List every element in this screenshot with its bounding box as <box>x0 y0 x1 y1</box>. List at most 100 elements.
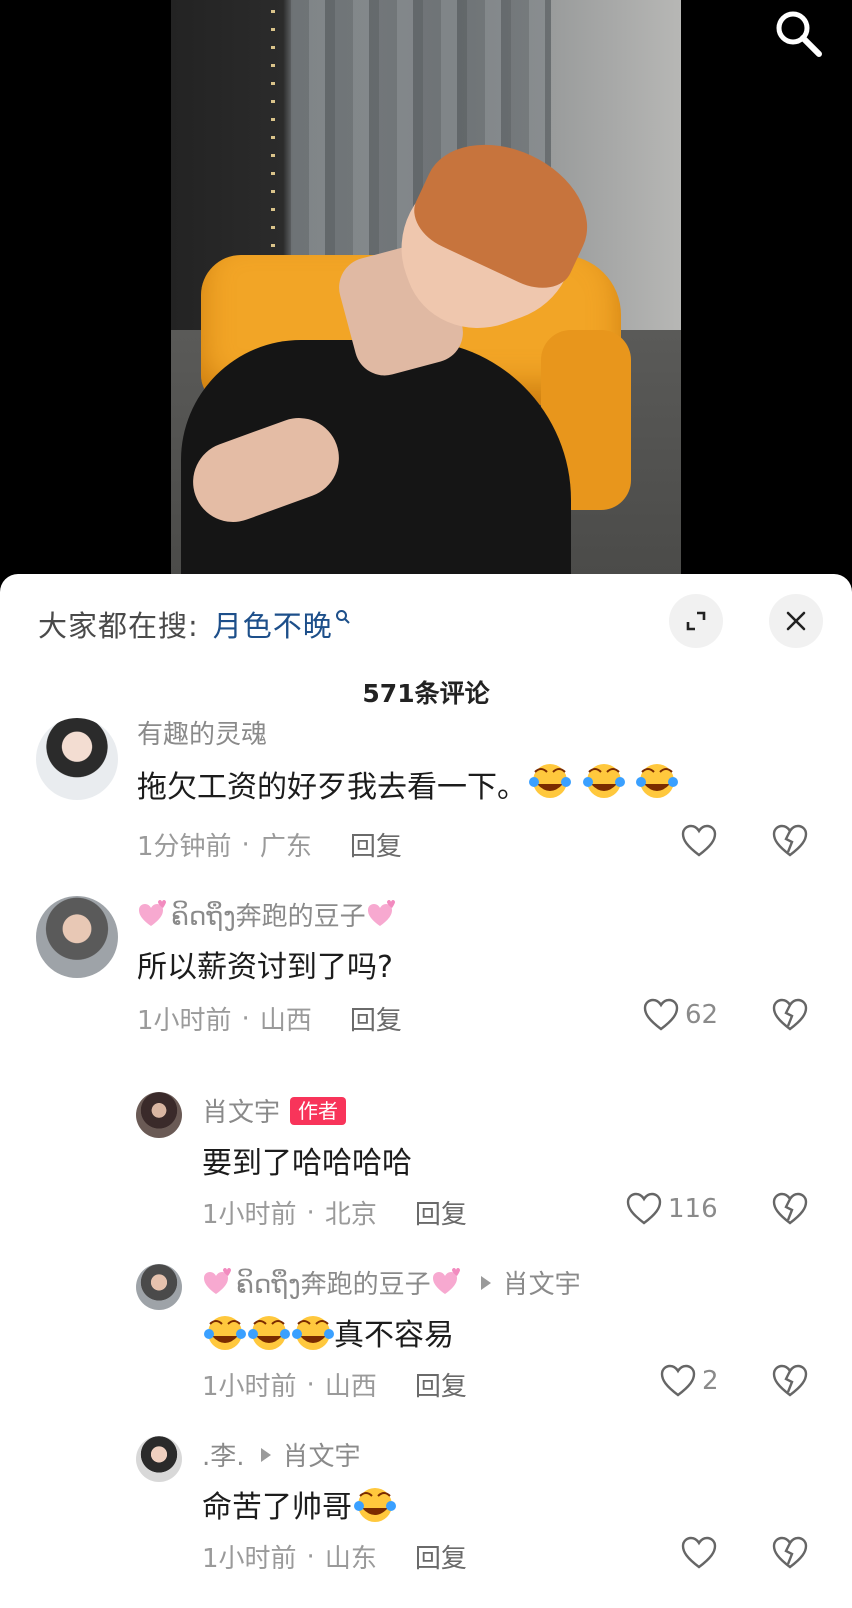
expand-button[interactable] <box>669 594 723 648</box>
comment-meta: 1小时前 · 山西 回复 <box>202 1366 467 1403</box>
comment-time: 1分钟前 <box>137 832 232 862</box>
avatar[interactable] <box>136 1092 182 1138</box>
broken-heart-icon <box>772 998 808 1031</box>
comment-meta: 1小时前 · 山西 回复 <box>137 1000 402 1037</box>
broken-heart-icon <box>772 1192 808 1225</box>
comment-time: 1小时前 <box>202 1544 297 1574</box>
username-text: ຄິດຖຶງ奔跑的豆子 <box>236 1270 431 1300</box>
broken-heart-icon <box>772 1364 808 1397</box>
comment-time: 1小时前 <box>202 1200 297 1230</box>
username[interactable]: 有趣的灵魂 <box>137 714 267 751</box>
comment-text-content: 要到了哈哈哈哈 <box>202 1146 412 1181</box>
comment-text: 要到了哈哈哈哈 <box>202 1138 412 1182</box>
author-badge: 作者 <box>290 1096 347 1125</box>
meta-separator: · <box>306 1369 315 1400</box>
sparkle-heart-icon <box>367 899 395 926</box>
comment-text: 命苦了帅哥 <box>202 1482 396 1526</box>
username-text: 有趣的灵魂 <box>137 720 268 750</box>
like-button[interactable]: 62 <box>643 998 718 1032</box>
sparkle-heart-icon <box>432 1267 460 1294</box>
comment-text: 所以薪资讨到了吗? <box>137 942 393 986</box>
sparkle-heart-icon <box>139 899 166 926</box>
dislike-button[interactable] <box>772 998 808 1036</box>
comment-time: 1小时前 <box>202 1372 297 1402</box>
comment-meta: 1分钟前 · 广东 回复 <box>137 826 402 863</box>
comment-count: 571条评论 <box>362 679 490 708</box>
comment-text-content: 拖欠工资的好歹我去看一下。 <box>137 770 527 805</box>
comment-text: 真不容易 <box>202 1310 454 1354</box>
laugh-cry-emoji-icon <box>248 1316 290 1350</box>
meta-separator: · <box>241 829 250 860</box>
avatar[interactable] <box>136 1436 182 1482</box>
video-frame[interactable] <box>171 0 681 590</box>
comment-location: 山西 <box>324 1372 377 1402</box>
reply-button[interactable]: 回复 <box>415 1366 467 1403</box>
heart-icon <box>626 1192 662 1225</box>
meta-separator: · <box>241 1003 250 1034</box>
comment-location: 山西 <box>259 1006 312 1036</box>
comment-location: 北京 <box>324 1200 377 1230</box>
comment-text-content: 命苦了帅哥 <box>202 1490 352 1525</box>
like-button[interactable]: 116 <box>626 1192 718 1226</box>
dislike-button[interactable] <box>772 824 808 862</box>
close-icon <box>786 611 806 631</box>
laugh-cry-emoji-icon <box>354 1488 396 1522</box>
reply-button[interactable]: 回复 <box>415 1194 467 1231</box>
like-count: 2 <box>702 1366 719 1396</box>
emoji-group <box>527 760 679 808</box>
heart-icon <box>681 1536 717 1569</box>
username[interactable]: ຄິດຖຶງ奔跑的豆子 <box>137 896 400 933</box>
username-text: ຄິດຖຶງ奔跑的豆子 <box>171 902 366 932</box>
like-button[interactable]: 2 <box>660 1364 719 1398</box>
username[interactable]: .李. 肖文宇 <box>202 1436 361 1473</box>
meta-separator: · <box>306 1197 315 1228</box>
dislike-button[interactable] <box>772 1536 808 1574</box>
laugh-cry-emoji-icon <box>636 764 679 798</box>
username-text: .李. <box>202 1442 245 1472</box>
heart-icon <box>643 998 679 1031</box>
trending-term[interactable]: 月色不晚 <box>213 603 333 645</box>
search-small-icon <box>335 610 350 624</box>
reply-target[interactable]: 肖文宇 <box>283 1436 361 1473</box>
like-button[interactable] <box>681 824 723 858</box>
expand-icon <box>686 611 706 631</box>
comment-text-content: 真不容易 <box>334 1318 454 1353</box>
dislike-button[interactable] <box>772 1364 808 1402</box>
reply-arrow-icon <box>480 1275 491 1290</box>
reply-button[interactable]: 回复 <box>415 1538 467 1575</box>
username-text: 肖文宇 <box>202 1098 281 1128</box>
comment-meta: 1小时前 · 山东 回复 <box>202 1538 467 1575</box>
laugh-cry-emoji-icon <box>529 764 571 798</box>
reply-button[interactable]: 回复 <box>350 1000 402 1037</box>
like-count: 116 <box>668 1194 718 1224</box>
laugh-cry-emoji-icon <box>582 764 625 798</box>
sparkle-heart-icon <box>204 1267 231 1294</box>
trending-search[interactable]: 大家都在搜: 月色不晚 <box>38 602 351 646</box>
video-lights <box>271 10 275 250</box>
trending-prefix: 大家都在搜: <box>38 609 199 643</box>
reply-arrow-icon <box>260 1447 271 1462</box>
comment-meta: 1小时前 · 北京 回复 <box>202 1194 467 1231</box>
broken-heart-icon <box>772 1536 808 1569</box>
like-button[interactable] <box>681 1536 723 1570</box>
search-button[interactable] <box>771 6 825 60</box>
meta-separator: · <box>306 1541 315 1572</box>
reply-target[interactable]: 肖文宇 <box>503 1264 581 1301</box>
avatar[interactable] <box>36 718 118 800</box>
dislike-button[interactable] <box>772 1192 808 1230</box>
reply-button[interactable]: 回复 <box>350 826 402 863</box>
username[interactable]: 肖文宇 作者 <box>202 1092 347 1129</box>
broken-heart-icon <box>772 824 808 857</box>
like-count: 62 <box>685 1000 719 1030</box>
heart-icon <box>660 1364 696 1397</box>
laugh-cry-emoji-icon <box>292 1316 334 1350</box>
avatar[interactable] <box>136 1264 182 1310</box>
laugh-cry-emoji-icon <box>204 1316 246 1350</box>
comment-time: 1小时前 <box>137 1006 232 1036</box>
close-button[interactable] <box>769 594 823 648</box>
heart-icon <box>681 824 717 857</box>
username[interactable]: ຄິດຖຶງ奔跑的豆子 肖文宇 <box>202 1264 581 1301</box>
video-player[interactable] <box>0 0 852 590</box>
comment-text: 拖欠工资的好歹我去看一下。 <box>137 760 679 808</box>
avatar[interactable] <box>36 896 118 978</box>
